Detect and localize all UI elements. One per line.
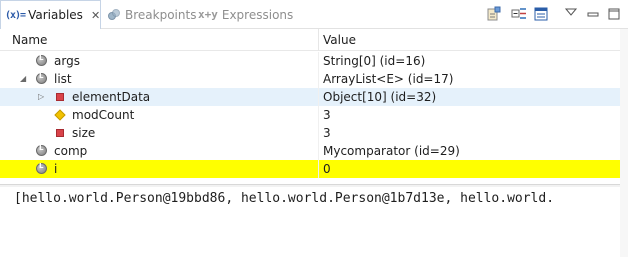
show-type-names-button[interactable] <box>486 6 502 22</box>
detail-pane[interactable]: [hello.world.Person@19bbd86, hello.world… <box>0 187 620 257</box>
variable-row-modcount[interactable]: modCount 3 <box>0 106 628 124</box>
breakpoints-icon <box>108 8 121 21</box>
variable-row-list[interactable]: ◢ list ArrayList<E> (id=17) <box>0 70 628 88</box>
variable-name: list <box>54 72 72 86</box>
local-variable-icon <box>36 72 47 84</box>
variables-icon: (x)= <box>5 9 26 21</box>
variable-name: comp <box>54 144 88 158</box>
variable-name: modCount <box>72 108 135 122</box>
cell-divider <box>318 142 319 160</box>
expressions-icon: x+y <box>198 8 218 21</box>
variables-table-header: Name Value <box>0 29 628 51</box>
collapse-all-button[interactable] <box>511 6 527 22</box>
layout-icon <box>534 7 548 21</box>
layout-button[interactable] <box>533 6 549 22</box>
tab-breakpoints[interactable]: Breakpoints <box>108 0 196 29</box>
private-field-icon <box>56 129 64 137</box>
show-type-names-icon <box>487 6 501 21</box>
column-header-value[interactable]: Value <box>323 29 356 51</box>
view-menu-button[interactable] <box>563 4 579 20</box>
close-icon[interactable]: ✕ <box>91 9 100 22</box>
variable-name: i <box>54 162 58 176</box>
view-tab-bar: (x)= Variables ✕ Breakpoints x+y Express… <box>0 0 628 29</box>
collapsed-twisty-icon[interactable]: ▷ <box>38 91 48 103</box>
variable-value: Mycomparator (id=29) <box>323 144 460 158</box>
variable-value: 0 <box>323 162 331 176</box>
variable-row-size[interactable]: size 3 <box>0 124 628 142</box>
maximize-button[interactable] <box>606 6 622 22</box>
variable-name: elementData <box>72 90 151 104</box>
tab-variables[interactable]: (x)= Variables ✕ <box>0 0 101 29</box>
variable-value: 3 <box>323 108 331 122</box>
view-menu-icon <box>565 8 577 16</box>
vertical-scrollbar[interactable] <box>620 29 628 257</box>
cell-divider <box>318 52 319 70</box>
minimize-button[interactable] <box>585 6 601 22</box>
maximize-icon <box>608 8 620 20</box>
local-variable-icon <box>36 144 47 156</box>
column-header-name[interactable]: Name <box>12 29 47 51</box>
variable-value: ArrayList<E> (id=17) <box>323 72 454 86</box>
protected-field-icon <box>54 109 66 121</box>
collapse-all-icon <box>511 8 526 19</box>
cell-divider <box>318 106 319 124</box>
variable-row-comp[interactable]: comp Mycomparator (id=29) <box>0 142 628 160</box>
tab-breakpoints-label: Breakpoints <box>125 7 197 22</box>
detail-value-text[interactable]: [hello.world.Person@19bbd86, hello.world… <box>14 190 554 208</box>
variable-row-i[interactable]: i 0 <box>0 160 628 178</box>
variable-value: Object[10] (id=32) <box>323 90 437 104</box>
tab-expressions-label: Expressions <box>221 7 294 22</box>
tab-variables-label: Variables <box>28 8 83 22</box>
cell-divider <box>318 124 319 142</box>
expanded-twisty-icon[interactable]: ◢ <box>20 73 30 85</box>
local-variable-icon <box>36 162 47 174</box>
variable-value: 3 <box>323 126 331 140</box>
variable-name: args <box>54 54 80 68</box>
variable-row-args[interactable]: args String[0] (id=16) <box>0 52 628 70</box>
column-divider[interactable] <box>318 29 319 51</box>
cell-divider <box>318 88 319 106</box>
variable-row-elementdata[interactable]: ▷ elementData Object[10] (id=32) <box>0 88 628 106</box>
tab-expressions[interactable]: x+y Expressions <box>198 0 293 29</box>
variable-value: String[0] (id=16) <box>323 54 426 68</box>
minimize-icon <box>587 12 599 17</box>
local-variable-icon <box>36 54 47 66</box>
cell-divider <box>318 70 319 88</box>
variable-name: size <box>72 126 96 140</box>
cell-divider <box>318 160 319 178</box>
private-field-icon <box>56 93 64 101</box>
